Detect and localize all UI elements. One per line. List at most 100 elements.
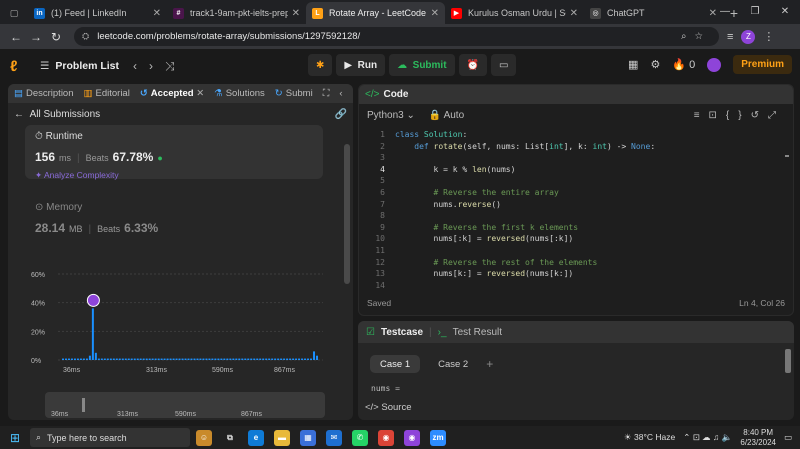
chart-bar[interactable] [211, 358, 214, 360]
notes-icon[interactable]: ▭ [491, 54, 517, 76]
chart-bar[interactable] [202, 358, 205, 360]
extensions-icon[interactable]: ≡ [727, 31, 733, 43]
chart-bar[interactable] [280, 358, 283, 360]
store-icon[interactable]: ▦ [300, 429, 316, 446]
whatsapp-icon[interactable]: ✆ [352, 429, 368, 446]
notifications-icon[interactable]: ▭ [784, 432, 792, 443]
browser-tab[interactable]: # track1-9am-pkt-ielts-prep- ✕ [167, 2, 306, 24]
chart-bar[interactable] [76, 358, 79, 360]
zoom-icon[interactable]: zm [430, 429, 446, 446]
close-tab-icon[interactable]: ✕ [431, 8, 439, 19]
browser-tab[interactable]: ◎ ChatGPT ✕ [584, 2, 723, 24]
chart-bar[interactable] [304, 358, 307, 360]
chart-bar[interactable] [274, 358, 277, 360]
code-line[interactable]: 9 # Reverse the first k elements [359, 222, 793, 234]
chart-bar[interactable] [97, 358, 100, 360]
chart-bar[interactable] [289, 358, 292, 360]
chart-bar[interactable] [64, 358, 67, 360]
chart-bar[interactable] [133, 358, 136, 360]
chart-bar[interactable] [271, 358, 274, 360]
clock[interactable]: 8:40 PM 6/23/2024 [740, 428, 776, 448]
tray-icons[interactable]: ⌃ ⊡ ☁ ♫ 🔈 [683, 432, 732, 443]
leetcode-logo-icon[interactable]: ℓ [10, 58, 26, 75]
chart-bar[interactable] [70, 358, 73, 360]
chart-bar[interactable] [286, 358, 289, 360]
site-info-icon[interactable]: ⛭ [82, 31, 89, 42]
code-line[interactable]: 8 [359, 210, 793, 222]
url-field[interactable]: ⛭ leetcode.com/problems/rotate-array/sub… [74, 27, 719, 46]
testcase-scrollbar[interactable] [785, 349, 791, 373]
tab-submissions[interactable]: ↻ Submi [275, 88, 313, 99]
code-line[interactable]: 5 [359, 175, 793, 187]
chart-bar[interactable] [232, 358, 235, 360]
chart-bar[interactable] [118, 358, 121, 360]
timer-icon[interactable]: ⏰ [458, 54, 487, 76]
runtime-distribution-chart[interactable]: 0% 20% 40% 60% 36ms 313ms 590ms 867ms [28, 262, 328, 382]
tab-solutions[interactable]: ⚗ Solutions [214, 88, 265, 99]
tab-actions-icon[interactable]: ▢ [0, 2, 28, 24]
chart-bar[interactable] [199, 358, 202, 360]
chart-bar[interactable] [241, 358, 244, 360]
chart-bar[interactable] [175, 358, 178, 360]
add-case-icon[interactable]: + [486, 355, 493, 373]
code-line[interactable]: 2 def rotate(self, nums: List[int], k: i… [359, 141, 793, 153]
chart-bar[interactable] [295, 358, 298, 360]
auto-mode-toggle[interactable]: 🔒 Auto [429, 110, 464, 121]
chart-bar[interactable] [190, 358, 193, 360]
close-tab-icon[interactable]: ✕ [196, 88, 204, 99]
task-view-icon[interactable]: ⧉ [222, 430, 238, 446]
settings-gear-icon[interactable]: ⚙ [650, 58, 660, 71]
forward-icon[interactable]: → [26, 30, 46, 44]
chart-bar[interactable] [88, 355, 91, 360]
code-line[interactable]: 11 [359, 245, 793, 257]
profile-avatar[interactable]: Z [741, 29, 756, 44]
chart-bar[interactable] [121, 358, 124, 360]
chart-bar[interactable] [313, 351, 316, 360]
chart-bar[interactable] [154, 358, 157, 360]
tab-test-result[interactable]: Test Result [453, 327, 502, 338]
chart-bar[interactable] [106, 358, 109, 360]
chart-bar[interactable] [196, 358, 199, 360]
chrome-icon[interactable]: ◉ [378, 429, 394, 446]
tab-testcase[interactable]: Testcase [381, 327, 423, 338]
back-icon[interactable]: ← [6, 30, 26, 44]
taskbar-search[interactable]: ⌕ Type here to search [30, 428, 190, 447]
close-window-icon[interactable]: ✕ [770, 0, 800, 24]
code-line[interactable]: 13 nums[k:] = reversed(nums[k:]) [359, 268, 793, 280]
chart-bar[interactable] [238, 358, 241, 360]
chart-bar[interactable] [268, 358, 271, 360]
tab-accepted[interactable]: ↺ Accepted ✕ [140, 88, 204, 99]
code-line[interactable]: 4 k = k % len(nums) [359, 164, 793, 176]
chart-bar[interactable] [142, 358, 145, 360]
case-1-tab[interactable]: Case 1 [370, 355, 421, 373]
chart-bar[interactable] [130, 358, 133, 360]
chart-bar[interactable] [160, 358, 163, 360]
chart-bar[interactable] [163, 358, 166, 360]
collapse-panel-icon[interactable]: ‹ [339, 88, 342, 99]
chart-bar[interactable] [100, 358, 103, 360]
chart-bar[interactable] [103, 358, 106, 360]
close-tab-icon[interactable]: ✕ [570, 8, 578, 19]
chart-bar[interactable] [172, 358, 175, 360]
menu-icon[interactable]: ⋮ [763, 30, 774, 43]
premium-button[interactable]: Premium [733, 55, 792, 74]
chart-bar[interactable] [262, 358, 265, 360]
share-link-icon[interactable]: 🔗 [335, 109, 347, 120]
panel-scrollbar[interactable] [344, 144, 350, 284]
chart-bar[interactable] [169, 358, 172, 360]
chart-bar[interactable] [208, 358, 211, 360]
chart-bar[interactable] [229, 358, 232, 360]
mail-icon[interactable]: ✉ [326, 429, 342, 446]
run-button[interactable]: ▶ Run [336, 54, 386, 76]
tab-description[interactable]: ▤ Description [14, 88, 74, 99]
chart-bar[interactable] [226, 358, 229, 360]
chart-bar[interactable] [79, 358, 82, 360]
chart-bar[interactable] [115, 358, 118, 360]
case-2-tab[interactable]: Case 2 [428, 355, 478, 373]
chart-bar[interactable] [307, 358, 310, 360]
windows-start-icon[interactable]: ⊞ [0, 431, 30, 445]
chart-bar[interactable] [94, 352, 97, 360]
chart-bar[interactable] [145, 358, 148, 360]
chart-bar[interactable] [73, 358, 76, 360]
chart-bar[interactable] [298, 358, 301, 360]
